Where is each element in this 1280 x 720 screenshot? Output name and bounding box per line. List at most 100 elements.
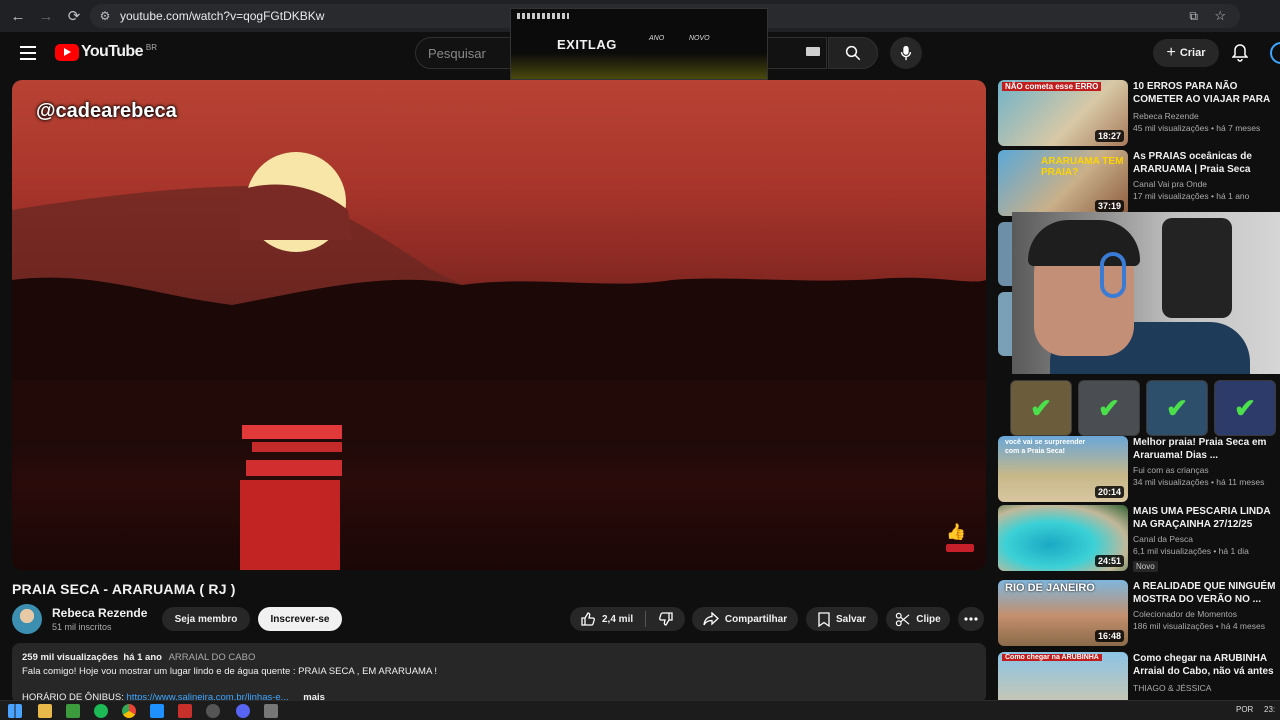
subscribe-thumb-icon: 👍 — [946, 524, 966, 541]
share-button[interactable]: Compartilhar — [692, 607, 798, 631]
check-tile: ✔ — [1078, 380, 1140, 436]
rec-channel[interactable]: Colecionador de Momentos — [1133, 609, 1280, 619]
video-thumbnail[interactable]: 24:51 — [998, 505, 1128, 571]
recommendation-item[interactable]: RIO DE JANEIRO 16:48 A REALIDADE QUE NIN… — [998, 580, 1280, 646]
rec-channel[interactable]: Fui com as crianças — [1133, 465, 1280, 475]
hidden-thumbnail[interactable] — [998, 292, 1012, 356]
file-explorer-icon[interactable] — [38, 704, 52, 718]
more-actions-button[interactable] — [958, 607, 984, 631]
save-label: Salvar — [835, 613, 867, 625]
share-arrow-icon — [703, 612, 719, 626]
rec-meta: 17 mil visualizações • há 1 ano — [1133, 191, 1250, 201]
rec-title[interactable]: 10 ERROS PARA NÃO COMETER AO VIAJAR PARA… — [1133, 80, 1280, 108]
app-icon[interactable] — [206, 704, 220, 718]
menu-icon[interactable] — [16, 41, 40, 65]
cast-icon[interactable]: ⧉ — [1189, 9, 1198, 24]
thumbs-down-icon[interactable] — [658, 611, 674, 627]
rec-channel[interactable]: Rebeca Rezende — [1133, 111, 1280, 121]
keyboard-icon[interactable] — [806, 47, 820, 56]
site-settings-icon[interactable]: ⚙ — [90, 9, 120, 23]
rec-channel[interactable]: Canal Vai pra Onde — [1133, 179, 1280, 189]
create-label: Criar — [1179, 47, 1206, 59]
start-icon[interactable] — [8, 704, 22, 718]
rec-channel[interactable]: Canal da Pesca — [1133, 534, 1280, 544]
spotify-icon[interactable] — [94, 704, 108, 718]
subscribe-watermark[interactable] — [946, 544, 974, 552]
recommendation-item[interactable]: ARARUAMA TEM PRAIA? 37:19 As PRAIAS oceâ… — [998, 150, 1280, 216]
clock[interactable]: 23: — [1264, 705, 1275, 714]
bookmark-star-icon[interactable]: ☆ — [1214, 8, 1226, 24]
share-label: Compartilhar — [724, 613, 788, 625]
forward-icon[interactable]: → — [32, 2, 60, 30]
rec-title[interactable]: A REALIDADE QUE NINGUÉM MOSTRA DO VERÃO … — [1133, 580, 1280, 606]
create-button[interactable]: + Criar — [1153, 39, 1219, 67]
like-button[interactable]: 2,4 mil — [570, 607, 685, 631]
rec-age: há 1 dia — [1218, 546, 1249, 556]
channel-avatar[interactable] — [12, 604, 42, 634]
url-text: youtube.com/watch?v=qogFGtDKBKw — [120, 9, 325, 23]
recommendation-item[interactable]: NÃO cometa esse ERRO 18:27 10 ERROS PARA… — [998, 80, 1280, 146]
rec-age: há 7 meses — [1216, 123, 1261, 133]
scissors-icon — [896, 612, 910, 626]
notifications-bell-icon[interactable] — [1228, 41, 1252, 65]
location-tag[interactable]: ARRAIAL DO CABO — [169, 652, 256, 663]
clip-button[interactable]: Clipe — [886, 607, 950, 631]
rec-title[interactable]: Melhor praia! Praia Seca em Araruama! Di… — [1133, 436, 1280, 462]
video-title: PRAIA SECA - ARARUAMA ( RJ ) — [12, 581, 236, 597]
checkmark-icon: ✔ — [1098, 392, 1120, 423]
discord-icon[interactable] — [236, 704, 250, 718]
rec-title[interactable]: As PRAIAS oceânicas de ARARUAMA | Praia … — [1133, 150, 1280, 176]
logo-text: YouTube — [81, 43, 143, 60]
thumbs-up-icon — [581, 612, 595, 626]
checkmark-icon: ✔ — [1166, 392, 1188, 423]
view-count: 259 mil visualizações — [22, 652, 119, 663]
join-button[interactable]: Seja membro — [162, 607, 250, 631]
video-thumbnail[interactable]: ARARUAMA TEM PRAIA? 37:19 — [998, 150, 1128, 216]
rec-meta: 45 mil visualizações • há 7 meses — [1133, 123, 1261, 133]
subscribe-button[interactable]: Inscrever-se — [258, 607, 342, 631]
bookmark-icon — [818, 611, 830, 627]
voice-search-button[interactable] — [890, 37, 922, 69]
description-meta: 259 mil visualizações há 1 ano ARRAIAL D… — [22, 651, 976, 665]
app-icon[interactable] — [264, 704, 278, 718]
thumbnail-caption: NÃO cometa esse ERRO — [1002, 82, 1102, 91]
hidden-thumbnail[interactable] — [998, 222, 1012, 286]
exitlag-overlay: EXITLAG ANO NOVO — [510, 8, 768, 80]
check-tile: ✔ — [1010, 380, 1072, 436]
video-watermark-handle: @cadearebeca — [36, 100, 177, 122]
app-icon[interactable] — [66, 704, 80, 718]
video-thumbnail[interactable]: Como chegar na ARUBINHA — [998, 652, 1128, 700]
youtube-play-icon — [55, 43, 79, 61]
duration-badge: 20:14 — [1094, 486, 1124, 498]
youtube-logo[interactable]: YouTube BR — [55, 43, 157, 61]
language-indicator[interactable]: POR — [1236, 705, 1253, 714]
account-avatar[interactable] — [1270, 42, 1280, 64]
description-box[interactable]: 259 mil visualizações há 1 ano ARRAIAL D… — [12, 643, 986, 703]
rec-meta: 186 mil visualizações • há 4 meses — [1133, 621, 1265, 631]
description-line-1: Fala comigo! Hoje vou mostrar um lugar l… — [22, 666, 438, 677]
microphone-icon — [900, 45, 912, 61]
recommendation-item[interactable]: Como chegar na ARUBINHA Como chegar na A… — [998, 652, 1280, 700]
video-thumbnail[interactable]: RIO DE JANEIRO 16:48 — [998, 580, 1128, 646]
subscriber-count: 51 mil inscritos — [52, 622, 112, 632]
video-player[interactable]: @cadearebeca 👍 — [12, 80, 986, 570]
video-thumbnail[interactable]: NÃO cometa esse ERRO 18:27 — [998, 80, 1128, 146]
recommendation-item[interactable]: 24:51 MAIS UMA PESCARIA LINDA NA GRAÇAIN… — [998, 505, 1280, 572]
rec-views: 34 mil visualizações — [1133, 477, 1209, 487]
thumbnail-caption: RIO DE JANEIRO — [1005, 582, 1095, 594]
app-icon[interactable] — [150, 704, 164, 718]
app-icon[interactable] — [178, 704, 192, 718]
save-button[interactable]: Salvar — [806, 607, 878, 631]
reload-icon[interactable]: ⟳ — [60, 2, 88, 30]
channel-name[interactable]: Rebeca Rezende — [52, 606, 147, 620]
overlay-word-ano: ANO — [649, 35, 665, 42]
rec-channel[interactable]: THIAGO & JÉSSICA — [1133, 683, 1280, 693]
rec-title[interactable]: Como chegar na ARUBINHA Arraial do Cabo,… — [1133, 652, 1280, 680]
exitlag-logo: EXITLAG — [557, 37, 617, 52]
back-icon[interactable]: ← — [4, 2, 32, 30]
chrome-icon[interactable] — [122, 704, 136, 718]
search-button[interactable] — [828, 37, 878, 69]
video-thumbnail[interactable]: você vai se surpreender com a Praia Seca… — [998, 436, 1128, 502]
recommendation-item[interactable]: você vai se surpreender com a Praia Seca… — [998, 436, 1280, 502]
rec-title[interactable]: MAIS UMA PESCARIA LINDA NA GRAÇAINHA 27/… — [1133, 505, 1280, 531]
